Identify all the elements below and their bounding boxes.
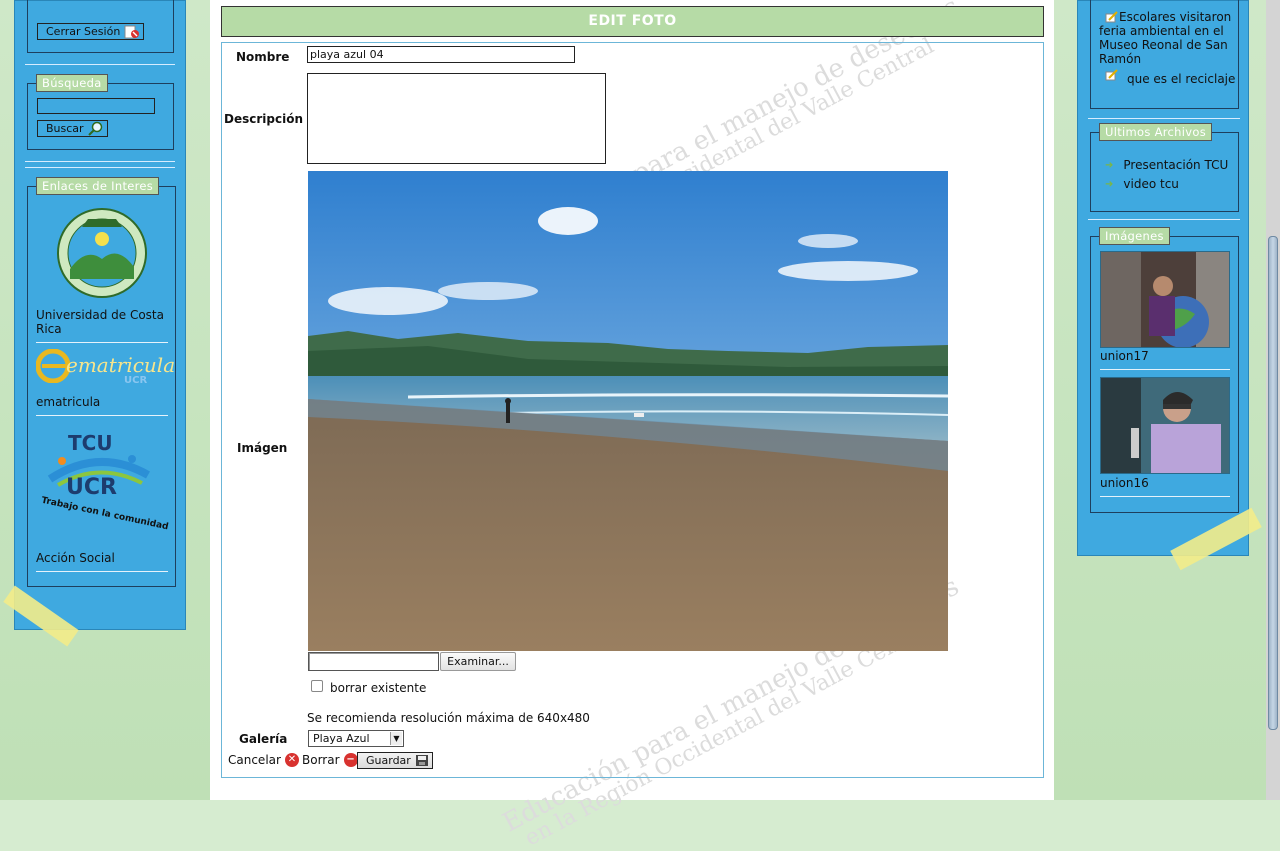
chevron-down-icon[interactable]: ▼ — [390, 732, 402, 745]
cancel-action[interactable]: Cancelar ✕ — [228, 753, 299, 767]
news-item-text: Escolares visitaron feria ambiental en e… — [1099, 10, 1232, 66]
tcu-ucr-logo[interactable]: TCU UCR Trabajo con la comunidad — [38, 427, 170, 537]
arrow-icon: ➜ — [1105, 159, 1114, 171]
session-box: Cerrar Sesión — [27, 0, 174, 53]
divider — [25, 161, 175, 162]
divider — [1100, 369, 1230, 370]
divider — [25, 64, 175, 65]
tcu-logo-mid: UCR — [66, 475, 117, 500]
scrollbar-thumb[interactable] — [1268, 236, 1278, 730]
divider — [1088, 219, 1240, 220]
resolution-note: Se recomienda resolución máxima de 640x4… — [307, 711, 590, 725]
delete-icon: − — [343, 753, 358, 767]
divider — [1100, 496, 1230, 497]
current-photo — [308, 171, 948, 651]
link-accion-social[interactable]: Acción Social — [36, 551, 170, 565]
pencil-note-icon — [1105, 11, 1118, 23]
search-button[interactable]: Buscar — [37, 120, 108, 137]
search-input[interactable] — [37, 98, 155, 114]
file-link-label: Presentación TCU — [1123, 158, 1229, 172]
logout-button[interactable]: Cerrar Sesión — [37, 23, 145, 40]
page-title: EDIT FOTO — [221, 6, 1044, 37]
divider — [1088, 118, 1240, 119]
news-item[interactable]: Escolares visitaron feria ambiental en e… — [1099, 10, 1237, 66]
descripcion-label: Descripción — [224, 112, 303, 126]
search-box: Búsqueda Buscar — [27, 74, 174, 150]
links-legend: Enlaces de Interes — [36, 177, 160, 195]
logout-label: Cerrar Sesión — [46, 25, 121, 38]
galeria-label: Galería — [239, 732, 288, 746]
ematricula-logo[interactable]: ematricula UCR — [36, 349, 175, 389]
left-sidebar: Cerrar Sesión Búsqueda Buscar Enlaces de… — [14, 0, 186, 630]
ematricula-e-icon — [36, 349, 70, 383]
borrar-existente-label: borrar existente — [330, 681, 427, 695]
imagen-label: Imágen — [237, 441, 288, 455]
tcu-logo-top: TCU — [68, 431, 113, 455]
descripcion-textarea[interactable] — [307, 73, 606, 164]
ematricula-logo-sub: UCR — [124, 375, 148, 386]
link-ucr[interactable]: Universidad de Costa Rica — [36, 308, 170, 336]
ucr-seal-logo[interactable] — [56, 207, 148, 299]
ematricula-logo-text: ematricula — [66, 353, 176, 377]
cancel-label: Cancelar — [228, 753, 281, 767]
save-button[interactable]: Guardar — [357, 752, 433, 769]
browse-button[interactable]: Examinar... — [440, 652, 516, 671]
file-path-input[interactable] — [308, 652, 439, 671]
gallery-caption[interactable]: union17 — [1100, 349, 1149, 363]
save-label: Guardar — [366, 754, 411, 767]
gallery-thumbnail[interactable] — [1100, 377, 1230, 474]
borrar-existente-checkbox[interactable] — [311, 680, 323, 692]
pencil-note-icon — [1105, 69, 1118, 81]
divider — [36, 342, 168, 343]
nombre-input[interactable]: playa azul 04 — [307, 46, 575, 63]
file-link[interactable]: ➜ video tcu — [1105, 177, 1179, 191]
nombre-label: Nombre — [236, 50, 290, 64]
magnifier-icon — [87, 121, 102, 136]
files-box: Ultimos Archivos ➜ Presentación TCU ➜ vi… — [1090, 123, 1239, 212]
divider — [25, 167, 175, 168]
logout-icon — [124, 25, 140, 38]
gallery-thumbnail[interactable] — [1100, 251, 1230, 348]
files-legend: Ultimos Archivos — [1099, 123, 1212, 141]
news-box: Escolares visitaron feria ambiental en e… — [1090, 0, 1239, 109]
floppy-disk-icon — [415, 755, 428, 766]
tcu-logo-bottom: Trabajo con la comunidad — [40, 495, 170, 533]
search-button-label: Buscar — [46, 122, 84, 135]
galeria-selected-value: Playa Azul — [313, 732, 370, 745]
cancel-icon: ✕ — [284, 753, 299, 767]
links-box: Enlaces de Interes Universidad de Costa … — [27, 177, 176, 587]
vertical-scrollbar[interactable] — [1266, 0, 1280, 800]
divider — [36, 571, 168, 572]
divider — [36, 415, 168, 416]
gallery-caption[interactable]: union16 — [1100, 476, 1149, 490]
link-ematricula[interactable]: ematricula — [36, 395, 170, 409]
galeria-select[interactable]: Playa Azul ▼ — [308, 730, 404, 747]
images-legend: Imágenes — [1099, 227, 1170, 245]
news-item-text: que es el reciclaje — [1127, 72, 1236, 86]
news-item[interactable]: que es el reciclaje — [1099, 69, 1237, 86]
arrow-icon: ➜ — [1105, 178, 1114, 190]
file-link-label: video tcu — [1123, 177, 1179, 191]
file-link[interactable]: ➜ Presentación TCU — [1105, 158, 1228, 172]
search-legend: Búsqueda — [36, 74, 108, 92]
delete-action[interactable]: Borrar − — [302, 753, 358, 767]
delete-label: Borrar — [302, 753, 340, 767]
